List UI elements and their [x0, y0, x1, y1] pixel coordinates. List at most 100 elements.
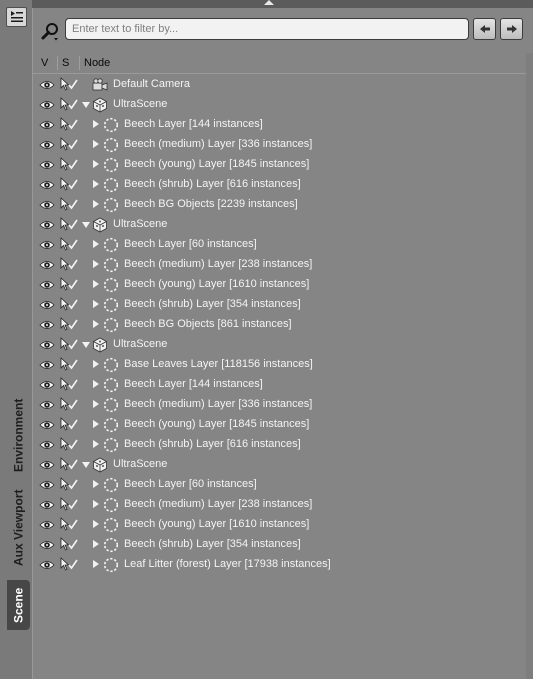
forward-button[interactable] — [500, 18, 523, 40]
selectable-cursor-icon[interactable] — [60, 77, 78, 92]
node-label[interactable]: Beech (shrub) Layer [354 instances] — [124, 538, 301, 550]
expand-right-arrow-icon[interactable] — [93, 280, 99, 288]
selectable-cursor-icon[interactable] — [60, 477, 78, 492]
eye-icon[interactable] — [39, 259, 55, 271]
node-label[interactable]: Beech (young) Layer [1845 instances] — [124, 418, 309, 430]
tree-row[interactable]: Beech (shrub) Layer [616 instances] — [33, 175, 526, 195]
expand-right-arrow-icon[interactable] — [93, 260, 99, 268]
tree-row[interactable]: Beech (shrub) Layer [616 instances] — [33, 435, 526, 455]
eye-icon[interactable] — [39, 359, 55, 371]
tree-row[interactable]: Beech (medium) Layer [238 instances] — [33, 495, 526, 515]
node-label[interactable]: Beech BG Objects [861 instances] — [124, 318, 292, 330]
eye-icon[interactable] — [39, 179, 55, 191]
eye-icon[interactable] — [39, 499, 55, 511]
selectable-cursor-icon[interactable] — [60, 157, 78, 172]
search-options-button[interactable] — [40, 21, 62, 43]
selectable-cursor-icon[interactable] — [60, 297, 78, 312]
node-label[interactable]: UltraScene — [113, 98, 167, 110]
selectable-cursor-icon[interactable] — [60, 317, 78, 332]
eye-icon[interactable] — [39, 139, 55, 151]
tree-row[interactable]: UltraScene — [33, 455, 526, 475]
expand-right-arrow-icon[interactable] — [93, 360, 99, 368]
eye-icon[interactable] — [39, 119, 55, 131]
node-label[interactable]: Beech (young) Layer [1845 instances] — [124, 158, 309, 170]
eye-icon[interactable] — [39, 559, 55, 571]
eye-icon[interactable] — [39, 79, 55, 91]
eye-icon[interactable] — [39, 539, 55, 551]
expand-right-arrow-icon[interactable] — [93, 520, 99, 528]
expand-right-arrow-icon[interactable] — [93, 500, 99, 508]
selectable-cursor-icon[interactable] — [60, 457, 78, 472]
eye-icon[interactable] — [39, 319, 55, 331]
tree-row[interactable]: UltraScene — [33, 335, 526, 355]
eye-icon[interactable] — [39, 419, 55, 431]
tree-row[interactable]: Beech BG Objects [2239 instances] — [33, 195, 526, 215]
expand-down-arrow-icon[interactable] — [82, 462, 90, 468]
expand-right-arrow-icon[interactable] — [93, 120, 99, 128]
expand-right-arrow-icon[interactable] — [93, 320, 99, 328]
node-label[interactable]: Beech Layer [144 instances] — [124, 118, 263, 130]
node-label[interactable]: Beech (young) Layer [1610 instances] — [124, 518, 309, 530]
node-label[interactable]: Beech (medium) Layer [336 instances] — [124, 398, 312, 410]
selectable-cursor-icon[interactable] — [60, 197, 78, 212]
node-label[interactable]: UltraScene — [113, 218, 167, 230]
expand-right-arrow-icon[interactable] — [93, 380, 99, 388]
tree-row[interactable]: Beech (young) Layer [1610 instances] — [33, 275, 526, 295]
selectable-cursor-icon[interactable] — [60, 277, 78, 292]
selectable-cursor-icon[interactable] — [60, 417, 78, 432]
tree-scrollbar[interactable] — [526, 53, 533, 679]
tree-row[interactable]: UltraScene — [33, 215, 526, 235]
tree-row[interactable]: Beech (shrub) Layer [354 instances] — [33, 295, 526, 315]
node-label[interactable]: UltraScene — [113, 458, 167, 470]
node-label[interactable]: Base Leaves Layer [118156 instances] — [124, 358, 313, 370]
selectable-cursor-icon[interactable] — [60, 517, 78, 532]
column-divider[interactable] — [57, 56, 58, 70]
tree-row[interactable]: Beech (shrub) Layer [354 instances] — [33, 535, 526, 555]
tab-environment[interactable]: Environment — [7, 395, 30, 475]
selectable-cursor-icon[interactable] — [60, 397, 78, 412]
selectable-cursor-icon[interactable] — [60, 437, 78, 452]
tree-row[interactable]: Beech (young) Layer [1845 instances] — [33, 155, 526, 175]
back-button[interactable] — [473, 18, 496, 40]
eye-icon[interactable] — [39, 439, 55, 451]
column-selectable[interactable]: S — [62, 57, 69, 69]
tree-row[interactable]: Beech Layer [144 instances] — [33, 375, 526, 395]
selectable-cursor-icon[interactable] — [60, 537, 78, 552]
selectable-cursor-icon[interactable] — [60, 217, 78, 232]
filter-input[interactable] — [65, 18, 469, 40]
column-node[interactable]: Node — [84, 57, 110, 69]
tree-row[interactable]: Beech (young) Layer [1845 instances] — [33, 415, 526, 435]
eye-icon[interactable] — [39, 479, 55, 491]
selectable-cursor-icon[interactable] — [60, 117, 78, 132]
expand-right-arrow-icon[interactable] — [93, 200, 99, 208]
column-visible[interactable]: V — [41, 57, 48, 69]
node-label[interactable]: Beech Layer [144 instances] — [124, 378, 263, 390]
expand-right-arrow-icon[interactable] — [93, 180, 99, 188]
expand-right-arrow-icon[interactable] — [93, 400, 99, 408]
tree-row[interactable]: Base Leaves Layer [118156 instances] — [33, 355, 526, 375]
node-label[interactable]: Default Camera — [113, 78, 190, 90]
selectable-cursor-icon[interactable] — [60, 97, 78, 112]
expand-right-arrow-icon[interactable] — [93, 420, 99, 428]
eye-icon[interactable] — [39, 459, 55, 471]
tree-row[interactable]: Beech (medium) Layer [336 instances] — [33, 135, 526, 155]
expand-right-arrow-icon[interactable] — [93, 140, 99, 148]
node-label[interactable]: Beech (shrub) Layer [616 instances] — [124, 178, 301, 190]
panel-menu-button[interactable] — [6, 7, 27, 27]
tab-aux-viewport[interactable]: Aux Viewport — [7, 484, 30, 572]
tree-row[interactable]: Beech (young) Layer [1610 instances] — [33, 515, 526, 535]
expand-down-arrow-icon[interactable] — [82, 102, 90, 108]
selectable-cursor-icon[interactable] — [60, 237, 78, 252]
eye-icon[interactable] — [39, 199, 55, 211]
eye-icon[interactable] — [39, 279, 55, 291]
column-divider[interactable] — [79, 56, 80, 70]
tree-row[interactable]: Beech Layer [144 instances] — [33, 115, 526, 135]
selectable-cursor-icon[interactable] — [60, 337, 78, 352]
pane-resize-notch[interactable] — [264, 0, 274, 5]
tree-row[interactable]: Default Camera — [33, 75, 526, 95]
node-label[interactable]: Leaf Litter (forest) Layer [17938 instan… — [124, 558, 331, 570]
expand-right-arrow-icon[interactable] — [93, 560, 99, 568]
node-label[interactable]: Beech (shrub) Layer [616 instances] — [124, 438, 301, 450]
selectable-cursor-icon[interactable] — [60, 497, 78, 512]
eye-icon[interactable] — [39, 239, 55, 251]
